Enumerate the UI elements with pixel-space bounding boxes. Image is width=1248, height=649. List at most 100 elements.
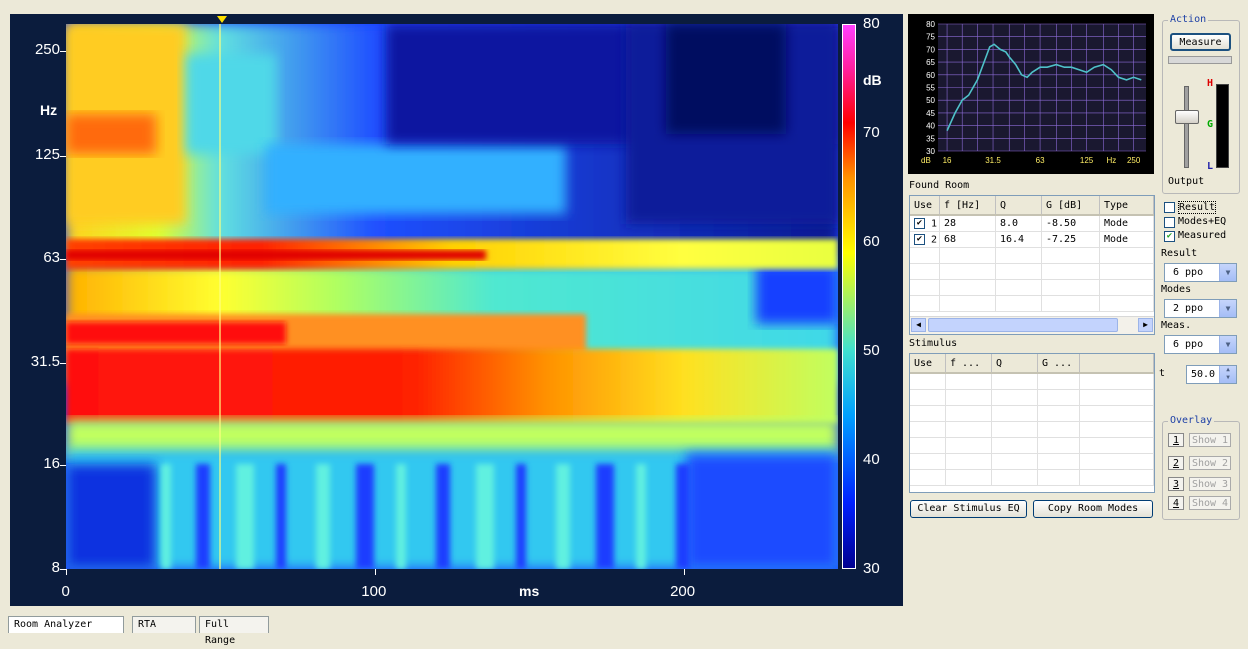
chevron-down-icon[interactable]: ▼ (1219, 300, 1236, 317)
mini-y-tick: 70 (926, 45, 935, 54)
mini-y-tick: 75 (926, 33, 935, 42)
action-title: Action (1168, 14, 1209, 25)
waterfall-panel: Hz ms dB 250 125 63 31.5 16 8 0 100 200 80 70 60 50 4… (10, 14, 903, 606)
y-tick-label: 125 (34, 145, 60, 163)
y-tick-label: 8 (51, 559, 60, 576)
x-tick-label: 200 (670, 583, 696, 600)
modes-eq-checkbox[interactable] (1164, 217, 1175, 228)
horizontal-scrollbar[interactable]: ◀ ▶ (910, 316, 1154, 334)
scroll-right-icon[interactable]: ▶ (1138, 318, 1153, 332)
use-checkbox[interactable]: ✔ (914, 233, 925, 245)
mini-x-tick: 63 (1036, 156, 1045, 165)
result-checkbox-label[interactable]: Result (1178, 201, 1217, 214)
stimulus-table[interactable]: Use f ... Q G ... (909, 353, 1155, 493)
stimulus-title: Stimulus (909, 338, 958, 349)
table-row[interactable]: ✔ 2 68 16.4 -7.25 Mode (910, 231, 1154, 248)
overlay-4-button[interactable]: 4 (1168, 496, 1184, 510)
mini-y-tick: 65 (926, 58, 935, 67)
copy-room-modes-button[interactable]: Copy Room Modes (1033, 500, 1153, 518)
found-room-title: Found Room (909, 180, 970, 191)
spin-icon[interactable]: ▲ ▼ (1219, 366, 1236, 383)
mini-y-tick: 50 (926, 96, 935, 105)
color-tick-label: 60 (863, 233, 880, 250)
meas-ppo-label: Meas. (1161, 320, 1192, 331)
mini-y-tick: 30 (926, 147, 935, 156)
modes-ppo-label: Modes (1161, 284, 1192, 295)
chevron-down-icon[interactable]: ▼ (1219, 336, 1236, 353)
result-ppo-select[interactable]: 6 ppo ▼ (1164, 263, 1237, 282)
overlay-2-button[interactable]: 2 (1168, 456, 1184, 470)
use-checkbox[interactable]: ✔ (914, 217, 925, 229)
overlay-1-button[interactable]: 1 (1168, 433, 1184, 447)
level-meter (1216, 84, 1229, 168)
table-row[interactable]: ✔ 1 28 8.0 -8.50 Mode (910, 215, 1154, 232)
show-2-button[interactable]: Show 2 (1189, 456, 1231, 470)
x-unit-label: ms (519, 583, 540, 599)
tab-full-range[interactable]: Full Range (199, 616, 269, 646)
output-label: Output (1168, 176, 1205, 187)
mini-y-tick: 45 (926, 109, 935, 118)
t-label: t (1159, 368, 1166, 379)
show-4-button[interactable]: Show 4 (1189, 496, 1231, 510)
modes-eq-checkbox-label[interactable]: Modes+EQ (1178, 216, 1226, 227)
col-use[interactable]: Use (910, 354, 946, 374)
y-tick-label: 31.5 (30, 352, 60, 370)
scroll-thumb[interactable] (928, 318, 1118, 332)
found-room-table[interactable]: Use f [Hz] Q G [dB] Type ✔ 1 28 8.0 -8.5… (909, 195, 1155, 335)
clear-stimulus-eq-button[interactable]: Clear Stimulus EQ (910, 500, 1027, 518)
col-use[interactable]: Use (910, 196, 940, 216)
mini-x-tick: 125 (1080, 156, 1094, 165)
modes-ppo-select[interactable]: 2 ppo ▼ (1164, 299, 1237, 318)
color-tick-label: 40 (863, 451, 880, 468)
frequency-response-chart: 80 75 70 65 60 55 50 45 40 35 30 16 31.5 63 125 250 Hz dB (908, 14, 1154, 174)
col-gain[interactable]: G [dB] (1041, 196, 1100, 216)
tab-rta[interactable]: RTA (132, 616, 196, 633)
y-unit-label: Hz (40, 102, 58, 118)
mini-y-tick: 35 (926, 134, 935, 143)
y-tick-label: 16 (43, 454, 60, 472)
progress-bar (1168, 56, 1232, 64)
x-tick-label: 0 (61, 583, 70, 600)
col-freq[interactable]: f ... (945, 354, 992, 374)
chevron-down-icon[interactable]: ▼ (1219, 264, 1236, 281)
color-scale-bar (842, 24, 856, 569)
mini-x-unit: Hz (1106, 156, 1116, 165)
scroll-left-icon[interactable]: ◀ (911, 318, 926, 332)
color-tick-label: 70 (863, 124, 880, 141)
col-freq[interactable]: f [Hz] (939, 196, 996, 216)
col-type[interactable]: Type (1099, 196, 1154, 216)
measure-button[interactable]: Measure (1170, 33, 1231, 51)
result-ppo-label: Result (1161, 248, 1198, 259)
overlay-3-button[interactable]: 3 (1168, 477, 1184, 491)
meter-low-label: L (1207, 161, 1214, 172)
result-checkbox[interactable] (1164, 202, 1175, 213)
color-unit-label: dB (863, 72, 882, 88)
x-tick-label: 100 (361, 583, 387, 600)
output-slider-track[interactable] (1184, 86, 1189, 168)
mini-y-tick: 55 (926, 84, 935, 93)
y-tick-label: 63 (43, 248, 60, 266)
overlay-title: Overlay (1168, 415, 1215, 426)
spectrogram-heatmap[interactable] (66, 24, 838, 569)
cursor-marker-icon[interactable] (217, 16, 227, 23)
color-tick-label: 30 (863, 560, 880, 577)
col-gain[interactable]: G ... (1037, 354, 1080, 374)
measured-checkbox-label[interactable]: Measured (1178, 230, 1226, 241)
color-tick-label: 50 (863, 342, 880, 359)
tab-room-analyzer[interactable]: Room Analyzer (8, 616, 124, 633)
mini-y-tick: 80 (926, 20, 935, 29)
show-3-button[interactable]: Show 3 (1189, 477, 1231, 491)
t-spinner[interactable]: 50.0 ▲ ▼ (1186, 365, 1237, 384)
color-tick-label: 80 (863, 15, 880, 32)
measured-checkbox[interactable]: ✔ (1164, 231, 1175, 242)
col-q[interactable]: Q (991, 354, 1038, 374)
meas-ppo-select[interactable]: 6 ppo ▼ (1164, 335, 1237, 354)
output-slider-thumb[interactable] (1175, 110, 1199, 124)
mini-y-unit: dB (921, 156, 931, 165)
mini-x-tick: 31.5 (985, 156, 1001, 165)
meter-good-label: G (1207, 119, 1214, 130)
mini-y-tick: 60 (926, 71, 935, 80)
mini-x-tick: 250 (1127, 156, 1141, 165)
show-1-button[interactable]: Show 1 (1189, 433, 1231, 447)
col-q[interactable]: Q (995, 196, 1042, 216)
